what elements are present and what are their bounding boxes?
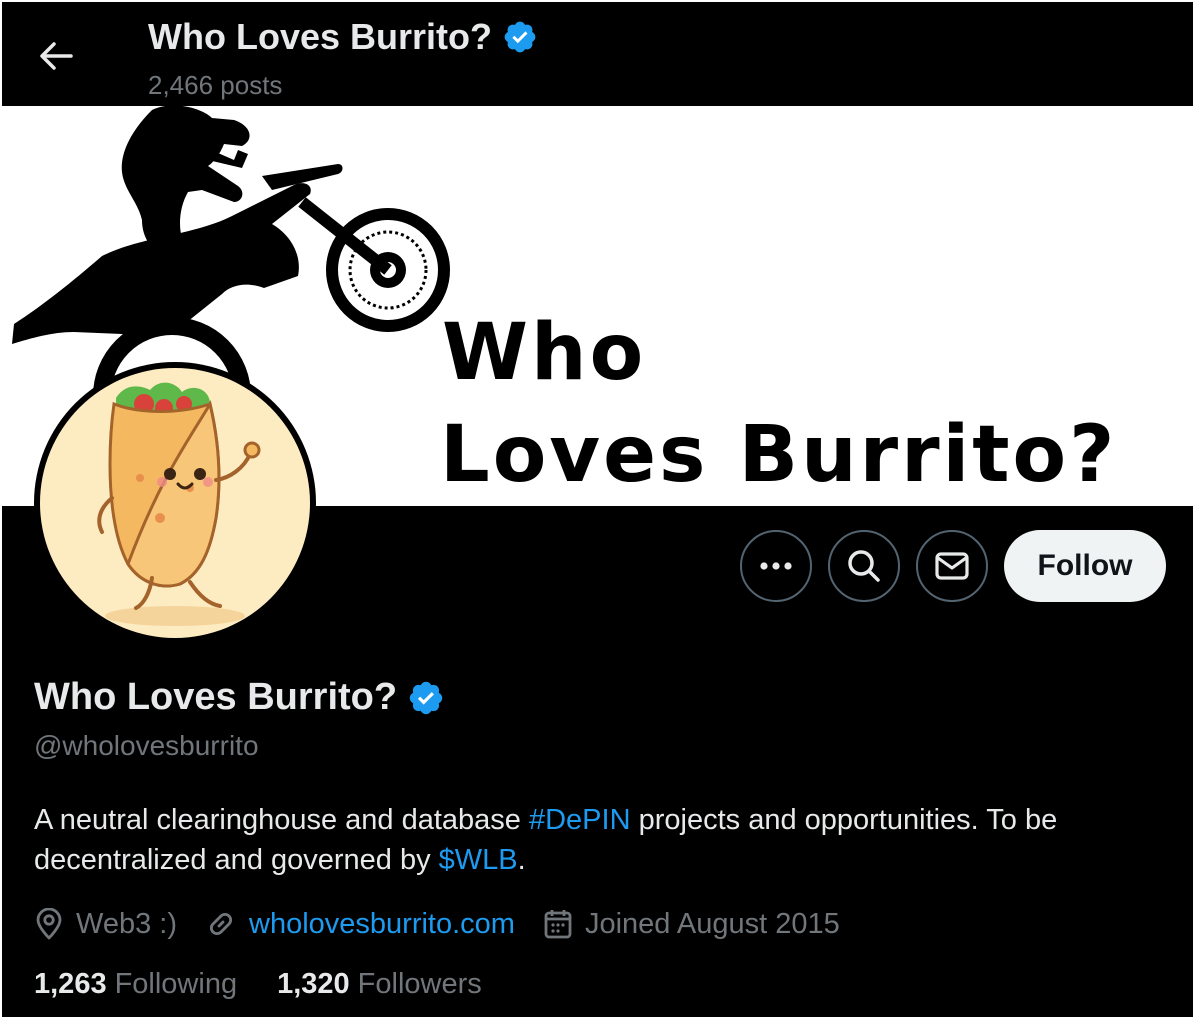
profile-joined-date: Joined August 2015 [543, 908, 840, 941]
followers-count-link[interactable]: 1,320 Followers [277, 968, 482, 1001]
following-count: 1,263 [34, 968, 107, 1000]
more-options-button[interactable] [740, 530, 812, 602]
back-button[interactable] [32, 32, 80, 80]
avatar-image [40, 368, 310, 638]
profile-location: Web3 :) [34, 908, 177, 941]
profile-meta-row: Web3 :) wholovesburrito.com Joined Augus… [34, 902, 868, 946]
joined-text: Joined August 2015 [584, 907, 840, 940]
profile-name-text: Who Loves Burrito? [34, 676, 398, 718]
followers-count: 1,320 [277, 968, 350, 1000]
profile-page: Who Loves Burrito? 2,466 posts Who Loves… [0, 0, 1195, 1019]
message-button[interactable] [916, 530, 988, 602]
profile-handle: @wholovesburrito [34, 730, 259, 761]
follow-button[interactable]: Follow [1004, 530, 1166, 602]
arrow-left-icon [40, 42, 73, 70]
banner-text-line1: Who [442, 308, 647, 398]
search-icon [848, 550, 880, 582]
calendar-icon [544, 910, 572, 939]
following-label: Following [114, 968, 238, 1000]
verified-badge-icon[interactable] [407, 679, 445, 717]
location-text: Web3 :) [76, 907, 178, 940]
profile-avatar[interactable] [34, 362, 316, 644]
envelope-icon [935, 552, 969, 580]
top-header-bar: Who Loves Burrito? 2,466 posts [2, 2, 1193, 106]
more-dots-icon [760, 562, 792, 570]
bio-text: A neutral clearinghouse and database [34, 804, 529, 836]
profile-name: Who Loves Burrito? [34, 676, 445, 719]
profile-website[interactable]: wholovesburrito.com [205, 908, 515, 941]
link-icon [209, 912, 233, 936]
profile-bio: A neutral clearinghouse and database #De… [34, 800, 1154, 880]
following-count-link[interactable]: 1,263 Following [34, 968, 237, 1001]
bio-hashtag-link[interactable]: #DePIN [529, 804, 631, 836]
banner-text-line2: Loves Burrito? [440, 410, 1118, 500]
header-title: Who Loves Burrito? [148, 16, 538, 58]
verified-badge-icon [504, 21, 536, 53]
location-pin-icon [36, 908, 62, 940]
burrito-mascot-icon [97, 382, 261, 626]
bio-cashtag-link[interactable]: $WLB [439, 844, 518, 876]
posts-count: 2,466 posts [148, 70, 283, 100]
search-profile-button[interactable] [828, 530, 900, 602]
bio-text: . [517, 844, 526, 876]
profile-stats: 1,263 Following 1,320 Followers [34, 968, 522, 1001]
website-link[interactable]: wholovesburrito.com [249, 908, 515, 941]
header-title-text: Who Loves Burrito? [148, 16, 492, 57]
followers-label: Followers [357, 968, 482, 1000]
